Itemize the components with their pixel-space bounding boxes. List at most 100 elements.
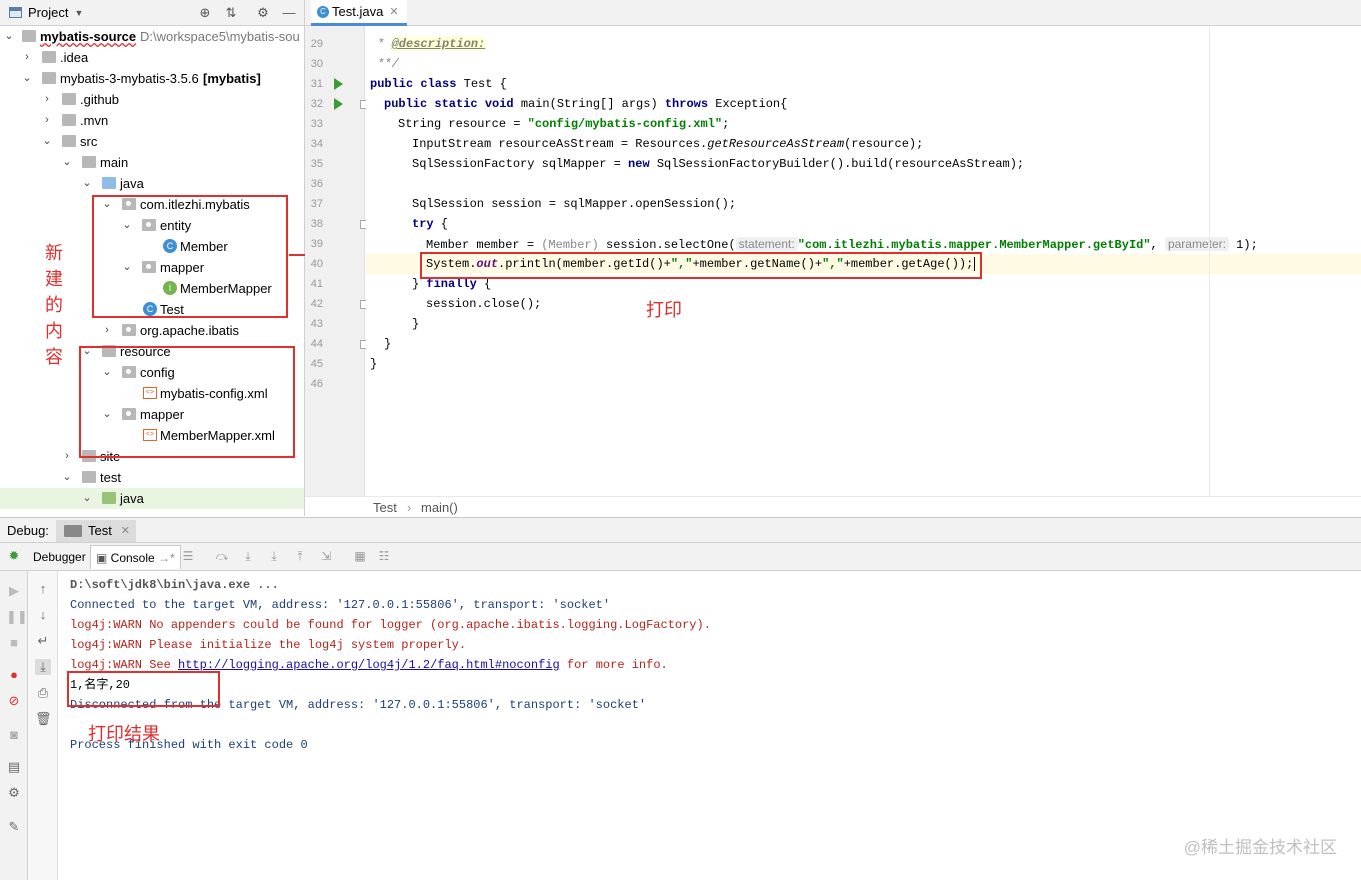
line-number: 45 <box>310 358 323 370</box>
line-number: 32 <box>310 98 323 110</box>
layout-icon[interactable]: ▤ <box>6 759 22 775</box>
tab-label: Test.java <box>332 4 384 19</box>
chevron-down-icon[interactable]: ⌄ <box>81 488 93 509</box>
scroll-to-end-icon[interactable]: ⤓ <box>35 659 51 675</box>
tab-debugger[interactable]: Debugger <box>28 545 91 569</box>
step-out-icon[interactable]: ⤒ <box>292 548 308 564</box>
evaluate-icon[interactable]: ▦ <box>352 548 368 564</box>
code-line: session.close(); <box>426 294 541 314</box>
annotation-box-java <box>92 195 288 318</box>
code-text: SqlSessionFactoryBuilder().build(resourc… <box>649 157 1025 171</box>
code-text: { <box>433 217 449 231</box>
chevron-down-icon[interactable]: ⌄ <box>61 152 73 173</box>
tree-row[interactable]: ⌄ java <box>0 488 304 509</box>
tree-row[interactable]: › .github <box>0 89 304 110</box>
close-icon[interactable]: ✕ <box>389 5 398 18</box>
project-window-icon <box>9 7 22 18</box>
breakpoints-icon[interactable]: ● <box>6 667 22 683</box>
chevron-down-icon[interactable]: ▼ <box>74 8 83 18</box>
breadcrumb-item[interactable]: main() <box>421 497 458 518</box>
project-panel-title[interactable]: Project <box>28 5 68 20</box>
trace-icon[interactable]: ☷ <box>376 548 392 564</box>
chevron-right-icon[interactable]: › <box>61 446 73 467</box>
tab-test-java[interactable]: C Test.java ✕ <box>311 0 407 26</box>
chevron-down-icon[interactable]: ⌄ <box>61 467 73 488</box>
tree-row[interactable]: ⌄ main <box>0 152 304 173</box>
keyword: new <box>628 157 650 171</box>
parameter-hint: parameter: <box>1164 237 1229 251</box>
resume-icon[interactable]: ▶ <box>6 583 22 599</box>
code-text: String resource = <box>398 117 528 131</box>
chevron-right-icon[interactable]: › <box>41 110 53 131</box>
code-text: Exception{ <box>708 97 788 111</box>
tree-row[interactable]: › .idea <box>0 47 304 68</box>
code-text: session.selectOne( <box>598 238 736 252</box>
step-into-icon[interactable]: ⤓ <box>266 548 282 564</box>
trash-icon[interactable]: 🗑 <box>35 711 52 727</box>
stop-icon[interactable]: ■ <box>6 635 22 651</box>
mute-breakpoints-icon[interactable]: ⊘ <box>6 693 22 709</box>
annotation-print-result: 打印结果 <box>88 724 160 744</box>
chevron-right-icon[interactable]: › <box>101 320 113 341</box>
tab-console[interactable]: ▣ Console →* <box>90 545 181 569</box>
console-link[interactable]: http://logging.apache.org/log4j/1.2/faq.… <box>178 658 560 672</box>
tree-row[interactable]: ⌄ mybatis-source D:\workspace5\mybatis-s… <box>0 26 304 47</box>
chevron-down-icon[interactable]: ⌄ <box>81 173 93 194</box>
print-icon[interactable]: ⎙ <box>35 685 51 701</box>
debug-session-tab[interactable]: Test ✕ <box>56 520 136 542</box>
chevron-right-icon[interactable]: › <box>21 47 33 68</box>
tree-row[interactable]: ⌄ src <box>0 131 304 152</box>
line-number: 43 <box>310 318 323 330</box>
pause-icon[interactable]: ❚❚ <box>6 609 28 625</box>
tree-row[interactable]: ⌄ mybatis-3-mybatis-3.5.6 [mybatis] <box>0 68 304 89</box>
down-arrow-icon[interactable]: ↓ <box>35 607 51 623</box>
comment-text: **/ <box>370 57 399 71</box>
editor-gutter: 29 30 31 32 33 34 35 36 37 38 39 40 41 4… <box>305 26 369 496</box>
code-text: { <box>476 277 492 291</box>
hide-icon[interactable]: — <box>280 4 298 22</box>
console-output[interactable]: D:\soft\jdk8\bin\java.exe ... Connected … <box>58 571 1361 880</box>
debug-tool-window-header: Debug: Test ✕ <box>0 517 1361 543</box>
tree-row[interactable]: ⌄ test <box>0 467 304 488</box>
tree-label: src <box>80 134 98 149</box>
code-text: session.close(); <box>426 297 542 311</box>
line-number: 33 <box>310 118 323 130</box>
code-text: (resource); <box>844 137 924 151</box>
run-icon[interactable] <box>334 78 343 90</box>
tree-label: mybatis-3-mybatis-3.5.6 <box>60 71 199 86</box>
watermark: @稀土掘金技术社区 <box>1183 838 1337 857</box>
chevron-down-icon[interactable]: ⌄ <box>3 26 15 47</box>
step-over-icon[interactable]: ⤓ <box>240 548 256 564</box>
line-number: 29 <box>310 38 323 50</box>
close-icon[interactable]: ✕ <box>121 520 130 542</box>
bug-icon: ✹ <box>8 548 20 563</box>
static-method: getResourceAsStream <box>707 137 845 151</box>
chevron-down-icon[interactable]: ⌄ <box>21 68 33 89</box>
module-folder-icon <box>22 30 36 42</box>
show-execution-point-icon[interactable]: ⤼ <box>214 548 230 564</box>
console-side-toolbar: ↑ ↓ ↵ ⤓ ⎙ 🗑 <box>28 571 58 880</box>
chevron-right-icon[interactable]: › <box>41 89 53 110</box>
right-margin-guide <box>1209 26 1210 496</box>
code-text: } <box>412 317 420 331</box>
pin-icon[interactable]: ✎ <box>6 819 22 835</box>
run-icon[interactable] <box>334 98 343 110</box>
camera-icon[interactable]: ◙ <box>6 727 22 743</box>
annotation-char: 的 <box>45 295 63 315</box>
collapse-all-icon[interactable]: ⇅ <box>222 4 240 22</box>
tree-row[interactable]: ⌄ java <box>0 173 304 194</box>
line-number: 42 <box>310 298 323 310</box>
run-to-cursor-icon[interactable]: ⇲ <box>318 548 334 564</box>
soft-wrap-icon[interactable]: ↵ <box>35 633 51 649</box>
tree-row[interactable]: › .mvn <box>0 110 304 131</box>
up-arrow-icon[interactable]: ↑ <box>35 581 51 597</box>
code-text: ; <box>722 117 730 131</box>
breadcrumb-item[interactable]: Test <box>373 497 397 518</box>
code-text: InputStream resourceAsStream = Resources… <box>412 137 708 151</box>
gear-icon[interactable]: ⚙ <box>6 785 22 801</box>
line-number: 39 <box>310 238 323 250</box>
locate-icon[interactable]: ⊕ <box>196 4 214 22</box>
gear-icon[interactable]: ⚙ <box>254 4 272 22</box>
chevron-down-icon[interactable]: ⌄ <box>41 131 53 152</box>
menu-icon[interactable]: ☰ <box>180 548 196 564</box>
